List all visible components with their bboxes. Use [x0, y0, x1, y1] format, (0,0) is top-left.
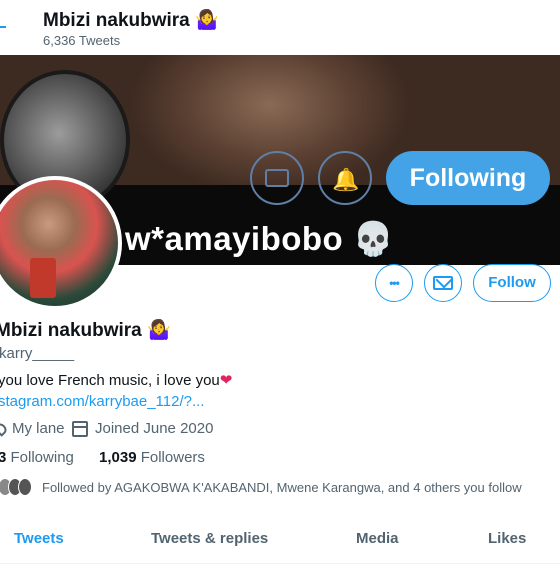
followers-count: 1,039: [99, 449, 137, 466]
more-icon: •••: [389, 276, 400, 290]
followed-by[interactable]: Followed by AGAKOBWA K'AKABANDI, Mwene K…: [0, 478, 522, 496]
follow-button[interactable]: Follow: [473, 264, 551, 302]
profile-handle: karry_____: [0, 345, 75, 362]
mini-avatar: [18, 478, 32, 496]
following-link[interactable]: 3 Following: [0, 449, 74, 466]
profile-tabs: Tweets Tweets & replies Media Likes: [0, 512, 560, 564]
joined-text: Joined June 2020: [95, 420, 214, 437]
calendar-icon: [72, 420, 88, 437]
top-bar: Mbizi nakubwira 🤷‍♀️ 6,336 Tweets: [0, 0, 560, 55]
banner-following-button: Following: [386, 151, 550, 205]
message-button[interactable]: [424, 264, 462, 302]
banner-text: w*amayibobo 💀: [125, 220, 395, 257]
more-button[interactable]: •••: [375, 264, 413, 302]
tab-media[interactable]: Media: [356, 530, 399, 547]
tab-tweets[interactable]: Tweets: [14, 530, 64, 547]
profile-bio: you love French music, i love you❤: [0, 371, 232, 389]
profile-joined: Joined June 2020: [72, 420, 213, 437]
followed-by-avatars: [0, 478, 32, 496]
location-text: My lane: [12, 420, 65, 437]
back-arrow-icon[interactable]: [0, 12, 10, 34]
heart-icon: ❤: [219, 372, 233, 389]
tweet-count: 6,336 Tweets: [43, 33, 121, 48]
followers-link[interactable]: 1,039 Followers: [99, 449, 205, 466]
tab-likes[interactable]: Likes: [488, 530, 526, 547]
banner-bell-icon: 🔔: [332, 167, 360, 192]
location-icon: [0, 420, 9, 437]
avatar-drink: [30, 258, 56, 298]
following-label: Following: [10, 449, 74, 466]
mail-icon: [433, 276, 453, 290]
avatar[interactable]: [0, 176, 122, 310]
following-count: 3: [0, 449, 7, 466]
profile-title: Mbizi nakubwira 🤷‍♀️: [43, 10, 219, 31]
tab-tweets-replies[interactable]: Tweets & replies: [151, 530, 268, 547]
profile-location: My lane: [0, 420, 65, 437]
followed-by-text: Followed by AGAKOBWA K'AKABANDI, Mwene K…: [42, 479, 522, 495]
followers-label: Followers: [140, 449, 205, 466]
profile-link[interactable]: stagram.com/karrybae_112/?...: [0, 393, 204, 410]
banner-mail-icon: [265, 169, 289, 187]
profile-name: Mbizi nakubwira 🤷‍♀️: [0, 320, 171, 341]
bio-text: you love French music, i love you: [0, 372, 220, 389]
